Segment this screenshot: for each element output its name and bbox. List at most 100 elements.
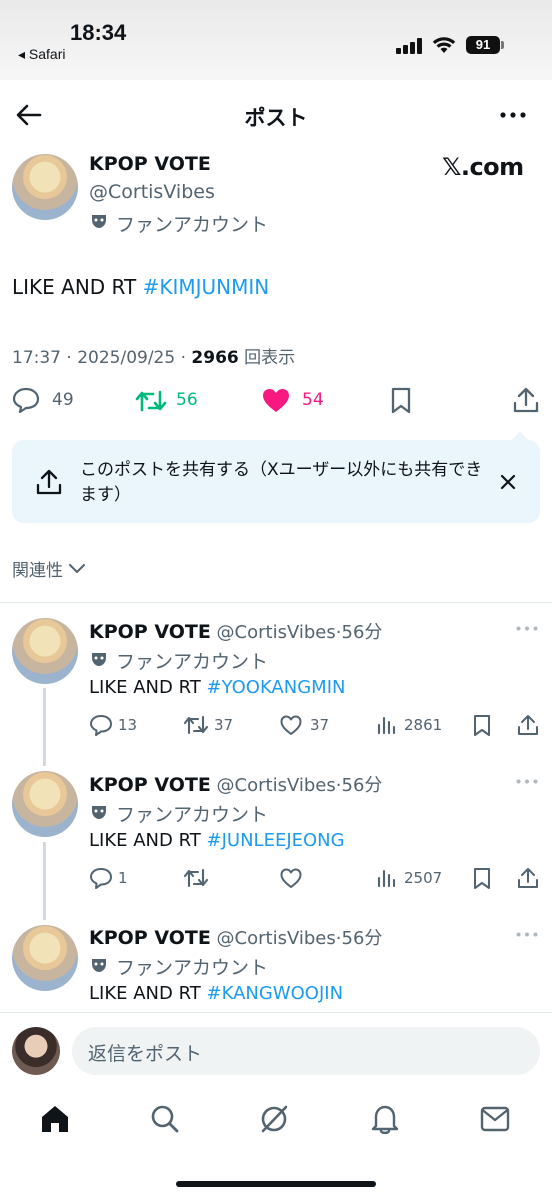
mask-icon	[92, 959, 106, 972]
author-handle[interactable]: @CortisVibes	[89, 181, 215, 203]
reply-input[interactable]: 返信をポスト	[72, 1027, 540, 1075]
post-meta: 17:37 · 2025/09/25 · 2966 回表示	[12, 343, 295, 368]
wifi-icon	[432, 37, 456, 53]
close-icon[interactable]	[500, 474, 516, 490]
mask-icon	[92, 215, 106, 228]
battery-tip	[501, 41, 504, 49]
like-icon[interactable]	[280, 715, 302, 735]
author-name[interactable]: KPOP VOTE	[89, 153, 211, 175]
views-label: 回表示	[238, 348, 296, 368]
reply-icon[interactable]	[12, 387, 40, 413]
reply-text: LIKE AND RT #YOOKANGMIN	[89, 677, 345, 698]
search-icon[interactable]	[150, 1104, 180, 1134]
views-count: 2507	[404, 869, 443, 887]
reply-author-name[interactable]: KPOP VOTE	[89, 774, 211, 796]
chevron-down-icon	[69, 563, 85, 573]
like-count: 54	[302, 390, 324, 410]
retweet-count: 37	[214, 716, 234, 734]
reply-header: KPOP VOTE @CortisVibes·56分	[89, 618, 382, 644]
fan-account-label: ファンアカウント	[116, 214, 269, 236]
post-text-body: LIKE AND RT	[12, 275, 143, 299]
share-icon[interactable]	[517, 713, 539, 737]
x-com-logo[interactable]: 𝕏.com	[442, 153, 524, 181]
more-icon[interactable]	[516, 626, 538, 631]
reply-text-body: LIKE AND RT	[89, 983, 207, 1004]
mask-icon	[92, 806, 106, 819]
home-icon[interactable]	[40, 1104, 70, 1134]
reply-text: LIKE AND RT #JUNLEEJEONG	[89, 830, 345, 851]
nav-header: ポスト	[0, 80, 552, 150]
reply-author-handle[interactable]: @CortisVibes	[217, 622, 336, 643]
thread-line	[43, 842, 46, 920]
views-count: 2861	[404, 716, 443, 734]
retweet-icon[interactable]	[135, 388, 167, 414]
more-icon[interactable]	[516, 779, 538, 784]
reply-hashtag[interactable]: #YOOKANGMIN	[207, 677, 346, 698]
reply-author-name[interactable]: KPOP VOTE	[89, 927, 211, 949]
back-to-safari-link[interactable]: ◂ Safari	[18, 46, 66, 63]
reply-icon[interactable]	[89, 867, 113, 889]
fan-account-label: ファンアカウント	[116, 957, 269, 979]
more-icon[interactable]	[500, 112, 526, 118]
reply-hashtag[interactable]: #KANGWOOJIN	[207, 983, 344, 1004]
post-hashtag[interactable]: #KIMJUNMIN	[143, 275, 270, 299]
reply-text-body: LIKE AND RT	[89, 830, 207, 851]
reply-time[interactable]: ·56分	[336, 622, 383, 643]
bookmark-icon[interactable]	[473, 714, 491, 737]
reply-avatar[interactable]	[12, 925, 78, 991]
share-icon	[36, 469, 62, 495]
fan-account-label: ファンアカウント	[116, 804, 269, 826]
home-indicator	[176, 1181, 376, 1187]
post-text: LIKE AND RT #KIMJUNMIN	[12, 275, 269, 299]
reply-text: LIKE AND RT #KANGWOOJIN	[89, 983, 343, 1004]
reply-author-handle[interactable]: @CortisVibes	[217, 928, 336, 949]
reply-author-handle[interactable]: @CortisVibes	[217, 775, 336, 796]
share-banner-text: このポストを共有する（Xユーザー以外にも共有できます）	[80, 460, 483, 505]
reply-count: 13	[118, 716, 138, 734]
fan-account-label: ファンアカウント	[116, 651, 269, 673]
retweet-count: 56	[176, 390, 198, 410]
messages-icon[interactable]	[480, 1106, 510, 1132]
more-icon[interactable]	[516, 932, 538, 937]
reply-hashtag[interactable]: #JUNLEEJEONG	[207, 830, 345, 851]
share-banner[interactable]: このポストを共有する（Xユーザー以外にも共有できます）	[12, 440, 540, 523]
reply-avatar[interactable]	[12, 618, 78, 684]
views-icon[interactable]	[377, 869, 397, 887]
status-bar: 18:34 ◂ Safari 91	[0, 0, 552, 80]
like-icon[interactable]	[262, 388, 290, 413]
divider	[0, 602, 552, 603]
reply-icon[interactable]	[89, 714, 113, 736]
sort-dropdown[interactable]: 関連性	[12, 556, 85, 581]
retweet-icon[interactable]	[183, 714, 209, 736]
reply-time[interactable]: ·56分	[336, 775, 383, 796]
reply-header: KPOP VOTE @CortisVibes·56分	[89, 771, 382, 797]
share-icon[interactable]	[513, 386, 539, 414]
views-count: 2966	[191, 348, 239, 368]
reply-time[interactable]: ·56分	[336, 928, 383, 949]
mask-icon	[92, 653, 106, 666]
reply-header: KPOP VOTE @CortisVibes·56分	[89, 924, 382, 950]
notifications-icon[interactable]	[370, 1103, 400, 1135]
like-icon[interactable]	[280, 868, 302, 888]
reply-count: 1	[118, 869, 128, 887]
battery-icon: 91	[466, 36, 500, 54]
author-avatar[interactable]	[12, 154, 78, 220]
retweet-icon[interactable]	[183, 867, 209, 889]
grok-icon[interactable]	[259, 1104, 289, 1134]
views-icon[interactable]	[377, 716, 397, 734]
sort-label: 関連性	[12, 561, 63, 581]
status-time: 18:34	[70, 20, 127, 45]
signal-icon	[396, 38, 422, 54]
reply-input-placeholder: 返信をポスト	[88, 1043, 203, 1065]
user-avatar[interactable]	[12, 1027, 60, 1075]
reply-author-name[interactable]: KPOP VOTE	[89, 621, 211, 643]
thread-line	[43, 688, 46, 766]
like-count: 37	[310, 716, 330, 734]
bookmark-icon[interactable]	[390, 387, 412, 414]
bookmark-icon[interactable]	[473, 867, 491, 890]
reply-count: 49	[52, 390, 74, 410]
share-icon[interactable]	[517, 866, 539, 890]
reply-avatar[interactable]	[12, 771, 78, 837]
post-timestamp[interactable]: 17:37 · 2025/09/25 ·	[12, 348, 191, 368]
page-title: ポスト	[244, 106, 308, 130]
